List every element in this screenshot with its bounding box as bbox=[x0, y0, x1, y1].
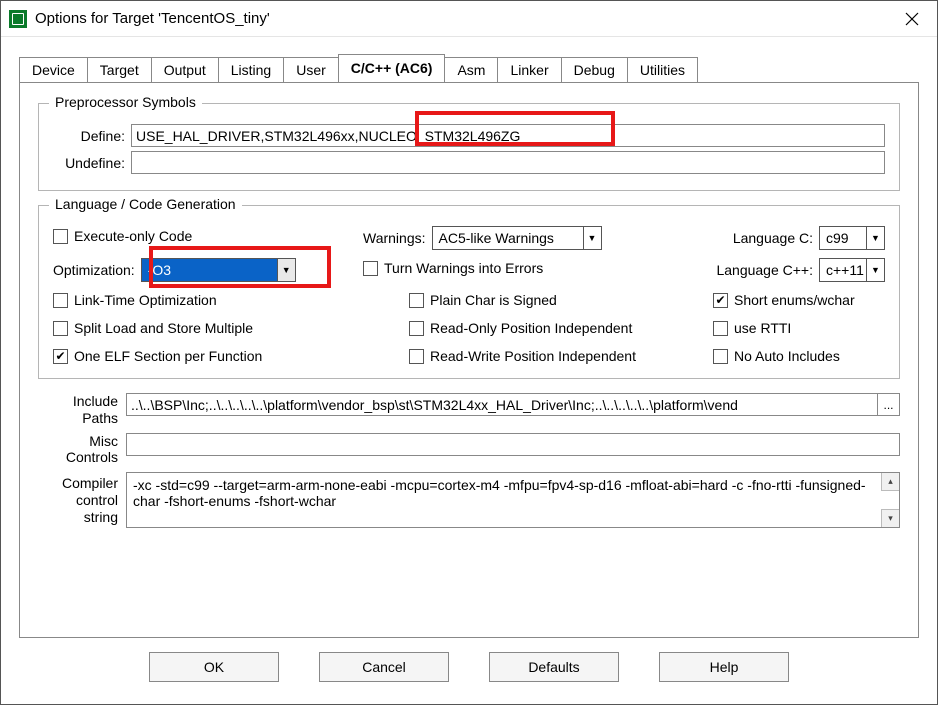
codegen-group: Language / Code Generation Execute-only … bbox=[38, 205, 900, 379]
chevron-down-icon bbox=[866, 227, 884, 249]
define-label: Define: bbox=[53, 128, 131, 144]
undefine-label: Undefine: bbox=[53, 155, 131, 171]
optimization-select[interactable]: -O3 bbox=[141, 258, 296, 282]
lang-c-label: Language C: bbox=[713, 230, 813, 246]
include-paths-browse[interactable]: ... bbox=[878, 393, 900, 416]
options-dialog: Options for Target 'TencentOS_tiny' Devi… bbox=[0, 0, 938, 705]
split-load-checkbox[interactable]: Split Load and Store Multiple bbox=[53, 320, 363, 336]
use-rtti-checkbox[interactable]: use RTTI bbox=[713, 320, 885, 336]
cancel-button[interactable]: Cancel bbox=[319, 652, 449, 682]
optimization-label: Optimization: bbox=[53, 262, 135, 278]
window-title: Options for Target 'TencentOS_tiny' bbox=[35, 10, 270, 27]
plain-char-checkbox[interactable]: Plain Char is Signed bbox=[363, 292, 713, 308]
chevron-down-icon bbox=[866, 259, 884, 281]
titlebar: Options for Target 'TencentOS_tiny' bbox=[1, 1, 937, 37]
preprocessor-group: Preprocessor Symbols Define: Undefine: bbox=[38, 103, 900, 191]
define-input[interactable] bbox=[131, 124, 885, 147]
defaults-button[interactable]: Defaults bbox=[489, 652, 619, 682]
codegen-legend: Language / Code Generation bbox=[49, 196, 242, 212]
compiler-string-box: -xc -std=c99 --target=arm-arm-none-eabi … bbox=[126, 472, 900, 528]
tab-target[interactable]: Target bbox=[87, 57, 152, 83]
tabstrip: Device Target Output Listing User C/C++ … bbox=[19, 55, 919, 82]
scroll-up-icon[interactable]: ▴ bbox=[881, 473, 899, 491]
short-enums-checkbox[interactable]: Short enums/wchar bbox=[713, 292, 885, 308]
tab-utilities[interactable]: Utilities bbox=[627, 57, 698, 83]
ro-pi-checkbox[interactable]: Read-Only Position Independent bbox=[363, 320, 713, 336]
tab-listing[interactable]: Listing bbox=[218, 57, 284, 83]
help-button[interactable]: Help bbox=[659, 652, 789, 682]
lang-c-select[interactable]: c99 bbox=[819, 226, 885, 250]
misc-controls-label: Misc Controls bbox=[38, 433, 126, 467]
rw-pi-checkbox[interactable]: Read-Write Position Independent bbox=[363, 348, 713, 364]
no-auto-includes-checkbox[interactable]: No Auto Includes bbox=[713, 348, 885, 364]
tab-c-cpp[interactable]: C/C++ (AC6) bbox=[338, 54, 446, 82]
tab-device[interactable]: Device bbox=[19, 57, 88, 83]
one-elf-checkbox[interactable]: One ELF Section per Function bbox=[53, 348, 363, 364]
undefine-input[interactable] bbox=[131, 151, 885, 174]
compiler-string-label: Compiler control string bbox=[38, 472, 126, 528]
tab-linker[interactable]: Linker bbox=[497, 57, 561, 83]
include-paths-input[interactable] bbox=[126, 393, 878, 416]
tab-debug[interactable]: Debug bbox=[561, 57, 628, 83]
tab-output[interactable]: Output bbox=[151, 57, 219, 83]
tab-asm[interactable]: Asm bbox=[444, 57, 498, 83]
button-row: OK Cancel Defaults Help bbox=[19, 638, 919, 696]
lang-cpp-label: Language C++: bbox=[713, 262, 813, 278]
preprocessor-legend: Preprocessor Symbols bbox=[49, 94, 202, 110]
turn-warnings-errors-checkbox[interactable]: Turn Warnings into Errors bbox=[363, 260, 713, 276]
tab-user[interactable]: User bbox=[283, 57, 339, 83]
dialog-body: Device Target Output Listing User C/C++ … bbox=[1, 37, 937, 704]
lang-cpp-select[interactable]: c++11 bbox=[819, 258, 885, 282]
misc-controls-input[interactable] bbox=[126, 433, 900, 456]
execute-only-checkbox[interactable]: Execute-only Code bbox=[53, 228, 363, 244]
warnings-select[interactable]: AC5-like Warnings bbox=[432, 226, 602, 250]
close-button[interactable] bbox=[889, 1, 935, 37]
lto-checkbox[interactable]: Link-Time Optimization bbox=[53, 292, 363, 308]
tab-page: Preprocessor Symbols Define: Undefine: L… bbox=[19, 82, 919, 638]
warnings-label: Warnings: bbox=[363, 230, 426, 246]
chevron-down-icon bbox=[277, 259, 295, 281]
include-paths-label: Include Paths bbox=[38, 393, 126, 427]
scroll-down-icon[interactable]: ▾ bbox=[881, 509, 899, 527]
ok-button[interactable]: OK bbox=[149, 652, 279, 682]
chevron-down-icon bbox=[583, 227, 601, 249]
app-icon bbox=[9, 10, 27, 28]
